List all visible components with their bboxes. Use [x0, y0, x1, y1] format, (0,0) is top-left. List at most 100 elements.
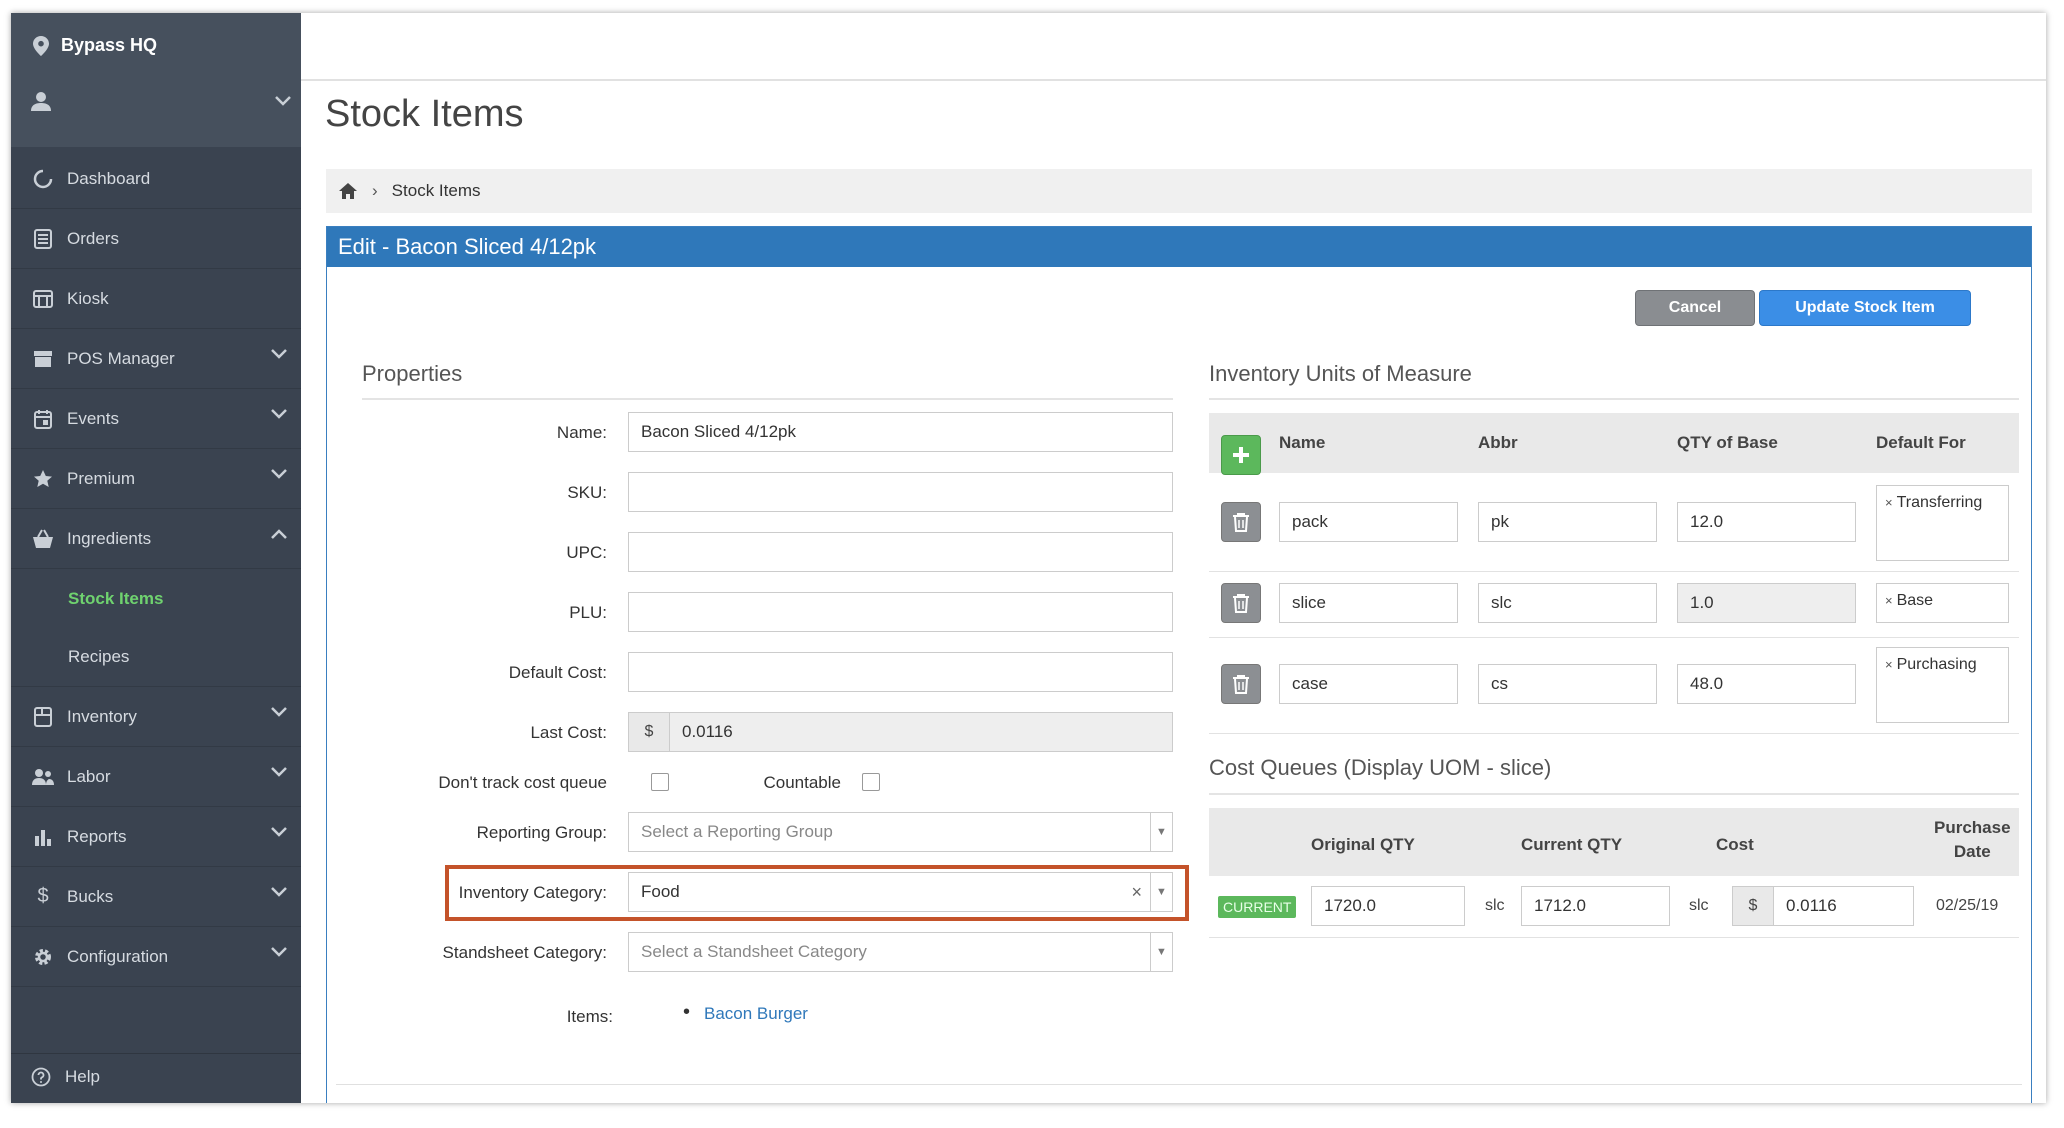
sidebar-item-label: Recipes — [68, 647, 130, 666]
last-cost-label: Last Cost: — [530, 723, 607, 742]
name-value: Bacon Sliced 4/12pk — [641, 422, 796, 441]
original-qty-unit: slc — [1485, 897, 1505, 914]
sidebar-item-dashboard[interactable]: Dashboard — [11, 149, 301, 209]
uom-qty-value: 1.0 — [1690, 593, 1714, 612]
properties-title: Properties — [362, 361, 463, 386]
cost-field[interactable]: 0.0116 — [1773, 886, 1914, 926]
chevron-down-icon — [271, 767, 287, 777]
sidebar-item-kiosk[interactable]: Kiosk — [11, 269, 301, 329]
default-for-field[interactable]: × Transferring — [1876, 485, 2009, 561]
plu-field[interactable] — [628, 592, 1173, 632]
current-qty-field[interactable]: 1712.0 — [1521, 886, 1670, 926]
row-divider — [1209, 571, 2019, 572]
items-label: Items: — [566, 1007, 613, 1026]
countable-checkbox[interactable] — [862, 773, 880, 791]
dollar-icon: $ — [37, 885, 49, 907]
cq-header-cost: Cost — [1716, 835, 1754, 854]
uom-name-field[interactable]: case — [1279, 664, 1458, 704]
sidebar-item-label: Events — [67, 408, 119, 428]
help-icon — [31, 1067, 51, 1087]
sidebar-item-label: Orders — [67, 228, 119, 248]
item-link-bacon-burger[interactable]: Bacon Burger — [704, 1004, 808, 1024]
sidebar-item-label: Stock Items — [68, 588, 164, 608]
cq-header-original: Original QTY — [1311, 835, 1415, 854]
delete-uom-button[interactable] — [1221, 502, 1261, 542]
caret-down-icon: ▼ — [1150, 873, 1172, 911]
sidebar-item-label: Inventory — [67, 706, 137, 726]
location-selector[interactable]: Bypass HQ — [33, 35, 157, 56]
delete-uom-button[interactable] — [1221, 664, 1261, 704]
user-menu[interactable] — [31, 91, 291, 111]
update-stock-item-button[interactable]: Update Stock Item — [1759, 290, 1971, 326]
uom-abbr-field[interactable]: slc — [1478, 583, 1657, 623]
remove-tag-icon[interactable]: × — [1885, 657, 1893, 672]
add-uom-button[interactable] — [1221, 435, 1261, 475]
help-link[interactable]: Help — [31, 1067, 100, 1087]
uom-abbr-field[interactable]: pk — [1478, 502, 1657, 542]
default-for-field[interactable]: × Purchasing — [1876, 647, 2009, 723]
sidebar-item-label: POS Manager — [67, 348, 175, 368]
users-icon — [32, 768, 54, 785]
remove-tag-icon[interactable]: × — [1885, 593, 1893, 608]
reporting-group-select[interactable]: Select a Reporting Group ▼ — [628, 812, 1173, 852]
sidebar-item-bucks[interactable]: $ Bucks — [11, 867, 301, 927]
name-field[interactable]: Bacon Sliced 4/12pk — [628, 412, 1173, 452]
sidebar-item-configuration[interactable]: Configuration — [11, 927, 301, 987]
sidebar-item-recipes[interactable]: Recipes — [11, 628, 301, 687]
cancel-button[interactable]: Cancel — [1635, 290, 1755, 326]
uom-name-field[interactable]: pack — [1279, 502, 1458, 542]
uom-header-qty: QTY of Base — [1677, 433, 1778, 452]
uom-qty-field[interactable]: 48.0 — [1677, 664, 1856, 704]
clear-icon[interactable]: × — [1131, 882, 1142, 903]
standsheet-category-select[interactable]: Select a Standsheet Category ▼ — [628, 932, 1173, 972]
home-icon[interactable] — [338, 182, 358, 200]
sku-field[interactable] — [628, 472, 1173, 512]
uom-abbr-value: cs — [1491, 674, 1508, 693]
delete-uom-button[interactable] — [1221, 583, 1261, 623]
uom-name-value: pack — [1292, 512, 1328, 531]
reporting-group-label: Reporting Group: — [476, 823, 607, 842]
chevron-down-icon — [271, 707, 287, 717]
divider — [1209, 398, 2019, 400]
last-cost-field: 0.0116 — [669, 712, 1173, 752]
inventory-category-select[interactable]: Food × ▼ — [628, 872, 1173, 912]
trash-icon — [1233, 513, 1249, 532]
upc-field[interactable] — [628, 532, 1173, 572]
sidebar-item-stock-items[interactable]: Stock Items — [11, 569, 301, 628]
current-badge: CURRENT — [1218, 896, 1297, 918]
sidebar-item-labor[interactable]: Labor — [11, 747, 301, 807]
dont-track-checkbox[interactable] — [651, 773, 669, 791]
chevron-up-icon — [271, 529, 287, 539]
sidebar-item-ingredients[interactable]: Ingredients — [11, 509, 301, 569]
top-bar — [301, 13, 2046, 81]
default-for-field[interactable]: × Base — [1876, 583, 2009, 623]
sidebar-nav: Dashboard Orders Kiosk POS Manager Event… — [11, 149, 301, 987]
caret-down-icon: ▼ — [1150, 933, 1172, 971]
uom-qty-field: 1.0 — [1677, 583, 1856, 623]
sidebar-item-orders[interactable]: Orders — [11, 209, 301, 269]
default-for-tag: × Purchasing — [1885, 656, 1977, 674]
sidebar-item-events[interactable]: Events — [11, 389, 301, 449]
cq-header-date: Date — [1953, 842, 1991, 861]
default-cost-field[interactable] — [628, 652, 1173, 692]
remove-tag-icon[interactable]: × — [1885, 495, 1893, 510]
row-divider — [1209, 733, 2019, 734]
bar-chart-icon — [35, 829, 51, 846]
row-divider — [1209, 937, 2019, 938]
star-icon — [34, 469, 52, 487]
uom-qty-field[interactable]: 12.0 — [1677, 502, 1856, 542]
divider — [336, 1084, 2022, 1085]
plu-label: PLU: — [569, 603, 607, 622]
uom-name-field[interactable]: slice — [1279, 583, 1458, 623]
purchase-date: 02/25/19 — [1936, 897, 1999, 914]
uom-abbr-field[interactable]: cs — [1478, 664, 1657, 704]
sidebar-item-pos-manager[interactable]: POS Manager — [11, 329, 301, 389]
sidebar-item-premium[interactable]: Premium — [11, 449, 301, 509]
sidebar-item-reports[interactable]: Reports — [11, 807, 301, 867]
sidebar-item-inventory[interactable]: Inventory — [11, 687, 301, 747]
basket-icon — [33, 529, 53, 548]
uom-name-value: case — [1292, 674, 1328, 693]
original-qty-field[interactable]: 1720.0 — [1311, 886, 1465, 926]
sidebar-item-label: Labor — [67, 766, 111, 786]
breadcrumb-current: Stock Items — [391, 181, 481, 200]
